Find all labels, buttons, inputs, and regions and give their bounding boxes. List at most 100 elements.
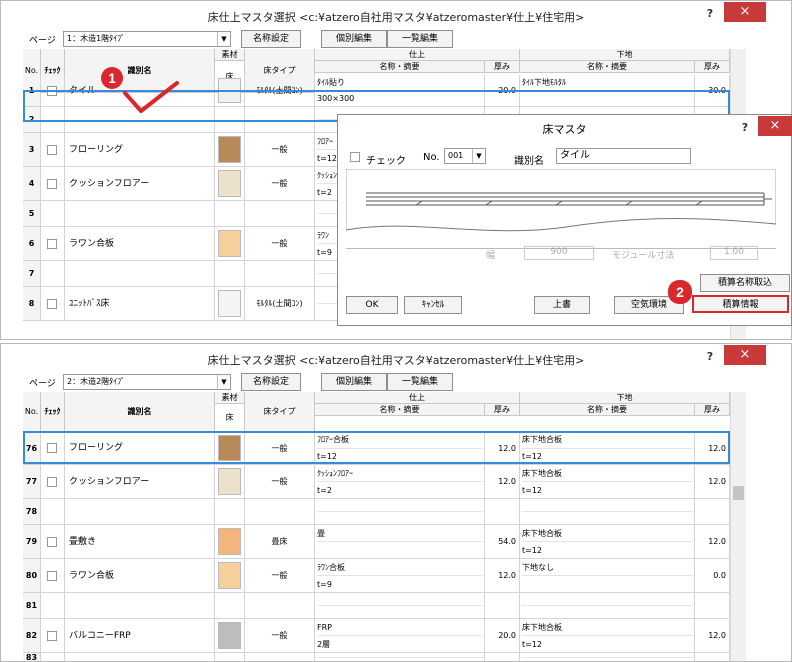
bottom-individual-edit-button[interactable]: 個別編集: [321, 373, 387, 391]
row-check-cell: [41, 432, 65, 464]
check-mark-icon: [123, 81, 179, 113]
row-checkbox[interactable]: [47, 144, 57, 155]
dialog-estimate-name-button[interactable]: 積算名称取込: [700, 274, 790, 292]
row-checkbox[interactable]: [47, 298, 57, 309]
row-number: 5: [23, 201, 41, 226]
row-finish-thickness: [485, 653, 520, 661]
row-checkbox[interactable]: [47, 630, 57, 641]
base-spec: [522, 658, 693, 661]
top-individual-edit-button[interactable]: 個別編集: [321, 30, 387, 48]
material-swatch: [218, 170, 241, 197]
bottom-header-floor: 床: [215, 404, 245, 432]
top-list-edit-button[interactable]: 一覧編集: [387, 30, 453, 48]
dialog-overwrite-button[interactable]: 上書: [534, 296, 590, 314]
finish-name: [317, 593, 483, 606]
base-name: 床下地合板: [522, 525, 693, 542]
material-swatch: [218, 622, 241, 649]
row-number: 76: [23, 432, 41, 464]
table-row[interactable]: 79 畳敷き 畳床畳 54.0 床下地合板 t=12 12.0: [23, 525, 730, 559]
row-checkbox[interactable]: [47, 178, 57, 189]
table-row[interactable]: 78: [23, 499, 730, 525]
row-number: 2: [23, 107, 41, 132]
row-floortype: 一般: [245, 559, 315, 592]
row-base-thickness: 12.0: [695, 619, 730, 652]
bottom-titlebar: 床仕上マスタ選択 <c:¥atzero自社用マスタ¥atzeromaster¥仕…: [1, 344, 791, 372]
row-checkbox[interactable]: [47, 476, 57, 487]
bottom-list-edit-button[interactable]: 一覧編集: [387, 373, 453, 391]
row-finish-thickness: 20.0: [485, 619, 520, 652]
dialog-estimate-info-button[interactable]: 積算情報: [692, 295, 789, 313]
top-name-setting-button[interactable]: 名称設定: [241, 30, 301, 48]
row-base-thickness: [695, 593, 730, 618]
row-floortype: ﾓﾙﾀﾙ(土間ｺﾝ): [245, 75, 315, 106]
row-base-name: 下地なし: [520, 559, 695, 592]
row-checkbox[interactable]: [47, 238, 57, 249]
bottom-close-button[interactable]: ×: [724, 345, 766, 365]
row-name: クッションフロアー: [65, 465, 215, 498]
row-base-thickness: 12.0: [695, 525, 730, 558]
bottom-scrollbar-thumb[interactable]: [733, 486, 744, 500]
row-material-cell: [215, 593, 245, 618]
row-check-cell: [41, 559, 65, 592]
dialog-ok-button[interactable]: OK: [346, 296, 398, 314]
base-name: 床下地合板: [522, 432, 693, 449]
row-check-cell: [41, 499, 65, 524]
dialog-name-input[interactable]: タイル: [556, 148, 691, 164]
row-base-thickness: 30.0: [695, 75, 730, 106]
dialog-no-select[interactable]: 001 ▼: [444, 148, 486, 164]
base-name: ﾀｲﾙ下地ﾓﾙﾀﾙ: [522, 75, 693, 91]
dialog-cancel-button[interactable]: ｷｬﾝｾﾙ: [404, 296, 462, 314]
table-row[interactable]: 81: [23, 593, 730, 619]
top-close-button[interactable]: ×: [724, 2, 766, 22]
row-base-name: [520, 593, 695, 618]
dialog-scale-input[interactable]: 1.00: [710, 246, 758, 260]
top-help-button[interactable]: ?: [697, 5, 723, 23]
row-name: ラワン合板: [65, 227, 215, 260]
row-checkbox[interactable]: [47, 443, 57, 453]
row-checkbox[interactable]: [47, 570, 57, 581]
row-checkbox[interactable]: [47, 536, 57, 547]
row-material-cell: [215, 287, 245, 320]
row-base-name: [520, 653, 695, 661]
bottom-page-select[interactable]: 2：木造2階ﾀｲﾌﾟ ▼: [63, 374, 231, 390]
row-base-name: 床下地合板 t=12: [520, 465, 695, 498]
dialog-check-checkbox[interactable]: [350, 152, 360, 162]
row-name: [65, 653, 215, 661]
row-check-cell: [41, 619, 65, 652]
dialog-help-button[interactable]: ?: [732, 119, 758, 137]
dialog-name-label: 識別名: [514, 156, 544, 167]
row-base-thickness: 12.0: [695, 432, 730, 464]
row-floortype: 畳床: [245, 525, 315, 558]
row-material-cell: [215, 465, 245, 498]
table-row[interactable]: 76 フローリング 一般 ﾌﾛｱｰ合板 t=12 12.0 床下地合板 t=12 12.0: [23, 432, 730, 465]
bottom-page-label: ページ: [29, 379, 56, 389]
row-name: [65, 201, 215, 226]
dialog-title: 床マスタ: [542, 123, 587, 136]
section-preview: [346, 169, 776, 249]
row-number: 77: [23, 465, 41, 498]
row-finish-name: [315, 593, 485, 618]
bottom-name-setting-button[interactable]: 名称設定: [241, 373, 301, 391]
row-material-cell: [215, 559, 245, 592]
top-page-select[interactable]: 1：木造1階ﾀｲﾌﾟ ▼: [63, 31, 231, 47]
row-finish-name: ﾀｲﾙ貼り 300×300: [315, 75, 485, 106]
bottom-scrollbar[interactable]: [730, 392, 746, 661]
dialog-width-input[interactable]: 900: [524, 246, 594, 260]
finish-name: ﾗﾜﾝ合板: [317, 559, 483, 576]
row-number: 81: [23, 593, 41, 618]
row-material-cell: [215, 75, 245, 106]
table-row[interactable]: 80 ラワン合板 一般 ﾗﾜﾝ合板 t=9 12.0 下地なし 0.0: [23, 559, 730, 593]
row-material-cell: [215, 107, 245, 132]
table-row[interactable]: 82 バルコニーFRP 一般 FRP 2層 20.0 床下地合板 t=12 12.0: [23, 619, 730, 653]
dialog-close-button[interactable]: ×: [758, 116, 792, 136]
row-check-cell: [41, 227, 65, 260]
table-row[interactable]: 83: [23, 653, 730, 661]
row-material-cell: [215, 619, 245, 652]
bottom-help-button[interactable]: ?: [697, 348, 723, 366]
row-floortype: 一般: [245, 227, 315, 260]
row-checkbox[interactable]: [47, 85, 57, 96]
top-titlebar: 床仕上マスタ選択 <c:¥atzero自社用マスタ¥atzeromaster¥仕…: [1, 1, 791, 29]
base-spec: t=12: [522, 640, 543, 649]
row-floortype: [245, 261, 315, 286]
table-row[interactable]: 77 クッションフロアー 一般 ｸｯｼｮﾝﾌﾛｱｰ t=2 12.0 床下地合板 t=12 12…: [23, 465, 730, 499]
